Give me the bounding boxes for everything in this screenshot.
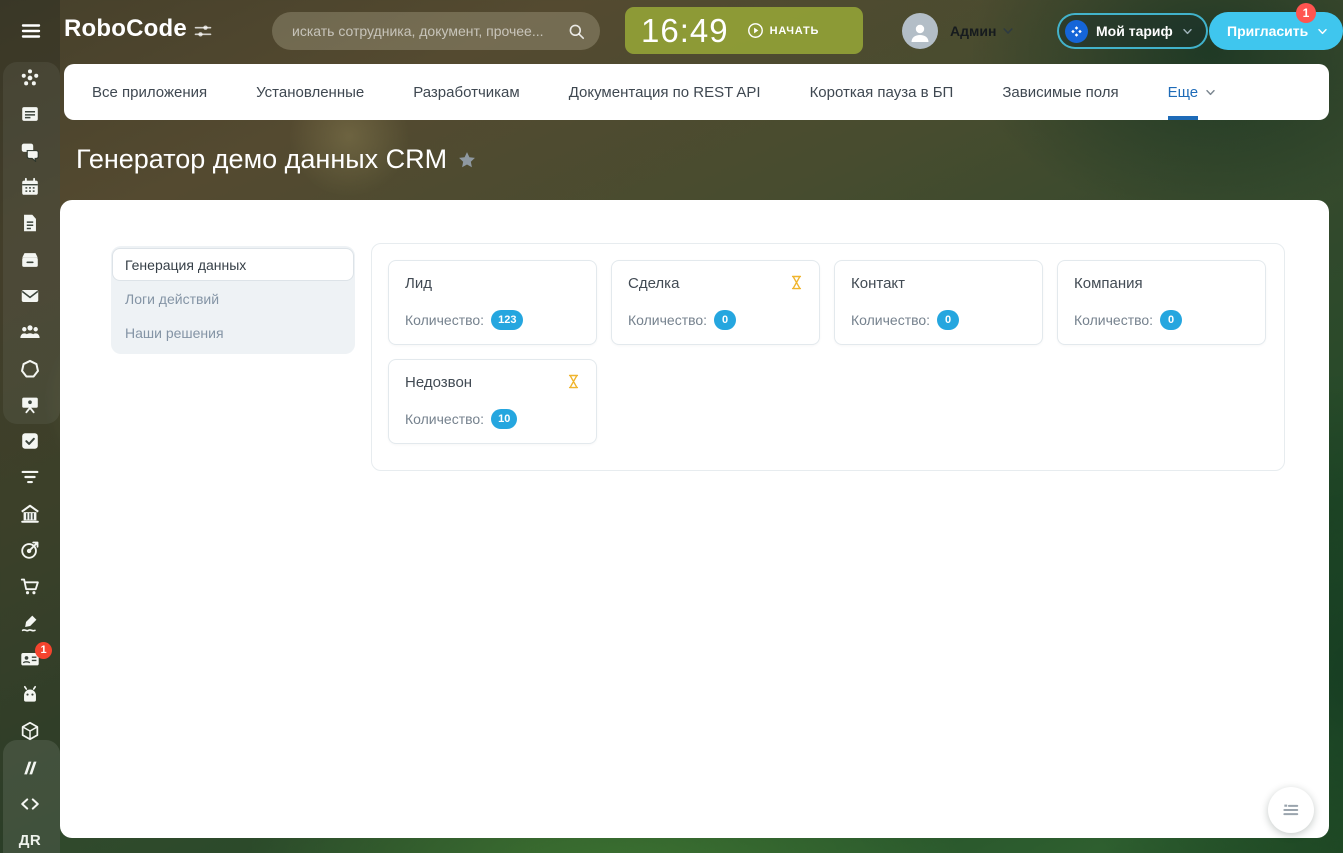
shop-icon[interactable] [0,568,60,604]
count-badge: 0 [937,310,960,330]
count-label: Количество: [405,312,485,328]
sign-icon[interactable] [0,604,60,640]
chevron-down-icon [1316,25,1329,38]
tab-developers[interactable]: Разработчикам [413,64,519,120]
count-badge: 10 [491,409,518,429]
menu-item-action-logs[interactable]: Логи действий [113,282,353,315]
search-icon[interactable] [567,22,586,41]
tab-short-pause-bp[interactable]: Короткая пауза в БП [810,64,954,120]
entity-cards-container: Лид Количество: 123 Сделка Количество: 0… [371,243,1285,471]
tasks-icon[interactable] [0,423,60,459]
calendar-icon[interactable] [0,169,60,205]
start-workday-button[interactable]: НАЧАТЬ [747,22,820,39]
card-title: Компания [1074,275,1143,292]
company-icon[interactable] [0,496,60,532]
app-initials[interactable]: ДR [0,822,60,853]
count-badge: 0 [1160,310,1183,330]
count-label: Количество: [1074,312,1154,328]
card-title: Сделка [628,275,680,292]
content-panel: Генерация данных Логи действий Наши реше… [60,200,1329,838]
robot-icon[interactable] [0,677,60,713]
marketing-icon[interactable] [0,387,60,423]
card-title: Недозвон [405,374,473,391]
global-search[interactable] [272,12,600,50]
count-label: Количество: [628,312,708,328]
hamburger-menu-icon[interactable] [19,19,43,43]
hourglass-icon [788,273,805,292]
app-logo[interactable]: RoboCode [64,15,187,43]
left-sidebar: 1 ДR [0,0,60,853]
tab-all-apps[interactable]: Все приложения [92,64,207,120]
apps-tabs-bar: Все приложения Установленные Разработчик… [64,64,1329,120]
chevron-down-icon [1001,24,1015,38]
count-label: Количество: [405,411,485,427]
live-feed-icon[interactable] [0,96,60,132]
sales-funnel-icon[interactable] [0,459,60,495]
search-input[interactable] [292,23,567,39]
current-time: 16:49 [641,11,729,49]
card-contact[interactable]: Контакт Количество: 0 [834,260,1043,345]
tab-dependent-fields[interactable]: Зависимые поля [1002,64,1118,120]
card-company[interactable]: Компания Количество: 0 [1057,260,1266,345]
cube-app-icon[interactable] [0,713,60,749]
make-icon[interactable] [0,750,60,786]
my-tariff-button[interactable]: Мой тариф [1057,13,1208,49]
card-title: Лид [405,275,432,292]
chevron-down-icon [1181,25,1194,38]
top-bar: RoboCode 16:49 НАЧАТЬ Админ Мой тариф Пр… [0,0,1343,60]
notification-badge: 1 [35,641,52,659]
user-name: Админ [950,23,997,39]
time-manager-widget[interactable]: 16:49 НАЧАТЬ [625,7,863,54]
developer-icon[interactable] [0,786,60,822]
tab-more[interactable]: Еще [1167,64,1218,120]
quick-menu-fab[interactable] [1268,787,1314,833]
card-lead[interactable]: Лид Количество: 123 [388,260,597,345]
contact-center-icon[interactable]: 1 [0,641,60,677]
workgroups-icon[interactable] [0,314,60,350]
count-label: Количество: [851,312,931,328]
sidebar-icon-list: 1 ДR [0,60,60,853]
invite-count-badge: 1 [1296,3,1316,23]
pulse-icon[interactable] [0,60,60,96]
app-inner-menu: Генерация данных Логи действий Наши реше… [111,246,355,354]
tab-installed[interactable]: Установленные [256,64,364,120]
list-icon [1281,800,1301,820]
mail-icon[interactable] [0,278,60,314]
count-badge: 123 [491,310,524,330]
sliders-icon[interactable] [193,21,213,41]
card-missed-call[interactable]: Недозвон Количество: 10 [388,359,597,444]
page-title: Генератор демо данных CRM [76,144,448,174]
tariff-plan-icon [1065,19,1088,43]
menu-item-data-generation[interactable]: Генерация данных [112,248,354,281]
crm-icon[interactable] [0,350,60,386]
person-icon [908,21,932,45]
tab-rest-api-docs[interactable]: Документация по REST API [569,64,761,120]
documents-icon[interactable] [0,205,60,241]
menu-item-our-solutions[interactable]: Наши решения [113,316,353,349]
favorite-star-icon[interactable] [457,150,477,170]
invite-button[interactable]: Пригласить [1209,12,1343,50]
drive-icon[interactable] [0,241,60,277]
avatar[interactable] [902,13,938,49]
user-menu[interactable]: Админ [902,13,1015,49]
card-deal[interactable]: Сделка Количество: 0 [611,260,820,345]
play-icon [747,22,764,39]
card-title: Контакт [851,275,906,292]
goals-icon[interactable] [0,532,60,568]
page-title-row: Генератор демо данных CRM [76,144,477,175]
messenger-icon[interactable] [0,133,60,169]
chevron-down-icon [1204,86,1217,99]
hourglass-icon [565,372,582,391]
count-badge: 0 [714,310,737,330]
